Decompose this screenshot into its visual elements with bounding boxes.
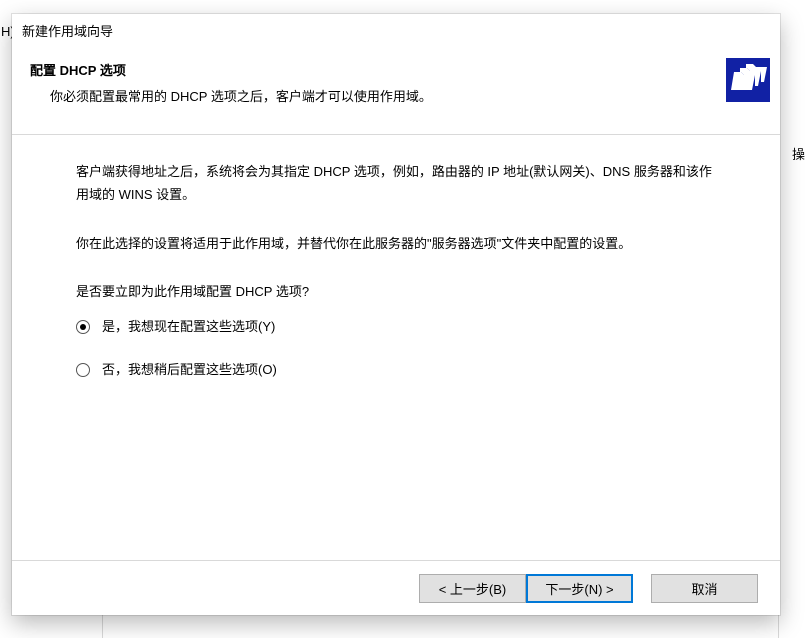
back-button[interactable]: < 上一步(B) — [419, 574, 526, 603]
wizard-dialog: 新建作用域向导 配置 DHCP 选项 你必须配置最常用的 DHCP 选项之后，客… — [12, 14, 780, 615]
radio-no-label: 否，我想稍后配置这些选项(O) — [102, 359, 277, 382]
radio-no-input[interactable] — [76, 363, 90, 377]
wizard-titlebar: 新建作用域向导 — [12, 14, 780, 46]
wizard-question: 是否要立即为此作用域配置 DHCP 选项? — [76, 281, 720, 304]
wizard-body: 客户端获得地址之后，系统将会为其指定 DHCP 选项，例如，路由器的 IP 地址… — [12, 135, 780, 382]
wizard-footer: < 上一步(B) 下一步(N) > 取消 — [12, 560, 780, 615]
next-button[interactable]: 下一步(N) > — [526, 574, 633, 603]
wizard-paragraph-1: 客户端获得地址之后，系统将会为其指定 DHCP 选项，例如，路由器的 IP 地址… — [76, 161, 720, 207]
radio-yes-label: 是，我想现在配置这些选项(Y) — [102, 316, 275, 339]
radio-yes-input[interactable] — [76, 320, 90, 334]
wizard-header: 配置 DHCP 选项 你必须配置最常用的 DHCP 选项之后，客户端才可以使用作… — [12, 46, 780, 124]
wizard-header-title: 配置 DHCP 选项 — [30, 60, 716, 79]
background-char-right: 操 — [792, 144, 805, 163]
wizard-header-subtitle: 你必须配置最常用的 DHCP 选项之后，客户端才可以使用作用域。 — [50, 86, 716, 105]
radio-row-no[interactable]: 否，我想稍后配置这些选项(O) — [76, 359, 720, 382]
cancel-button[interactable]: 取消 — [651, 574, 758, 603]
wizard-title: 新建作用域向导 — [22, 21, 113, 40]
radio-row-yes[interactable]: 是，我想现在配置这些选项(Y) — [76, 316, 720, 339]
folders-icon — [726, 58, 770, 102]
wizard-paragraph-2: 你在此选择的设置将适用于此作用域，并替代你在此服务器的"服务器选项"文件夹中配置… — [76, 233, 720, 256]
